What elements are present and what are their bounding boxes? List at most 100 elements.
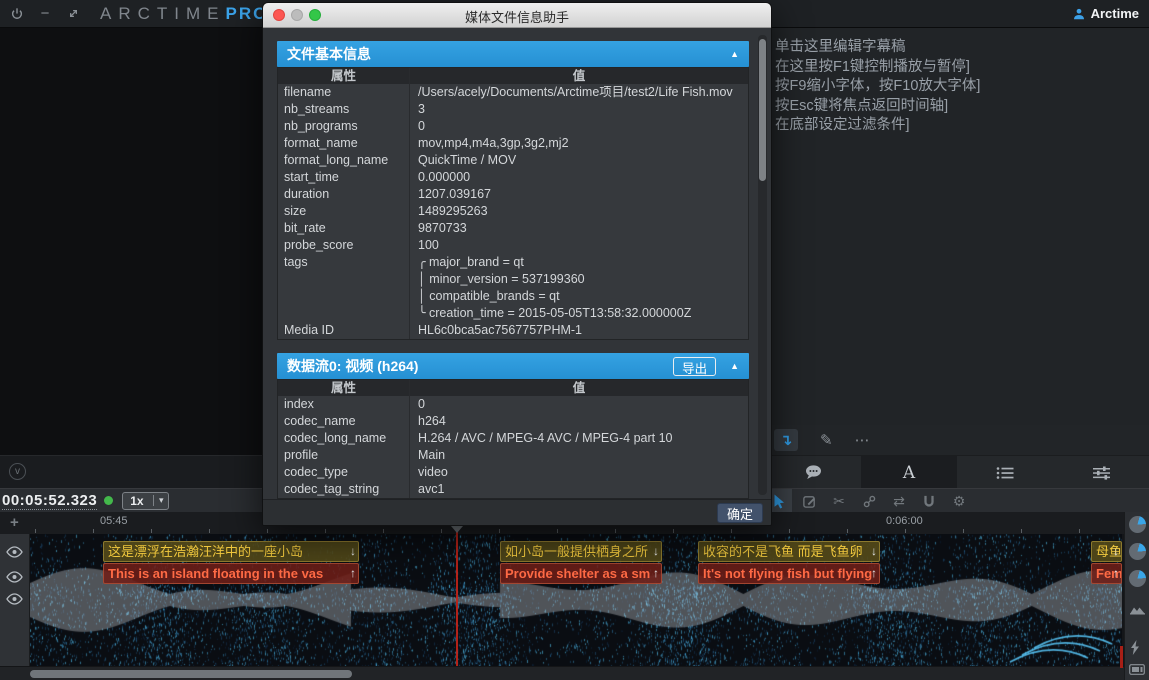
font-icon: A — [903, 463, 915, 483]
value-cell: 1489295263 — [409, 203, 748, 220]
sliders-icon — [1093, 466, 1110, 480]
volume-knob[interactable] — [1129, 543, 1146, 560]
section-title: 文件基本信息 — [277, 44, 730, 64]
power-icon[interactable] — [6, 3, 28, 25]
ruler-tick — [441, 529, 442, 533]
timecode[interactable]: 00:05:52.323 — [2, 492, 97, 510]
waveform-mode-icon[interactable] — [1129, 602, 1146, 615]
wrap-tool[interactable]: ↴ — [774, 429, 798, 451]
ruler-label-right: 0:06:00 — [886, 515, 923, 527]
table-row: format_namemov,mp4,m4a,3gp,3g2,mj2 — [278, 135, 748, 152]
table-row: probe_score100 — [278, 237, 748, 254]
eye-icon[interactable] — [6, 546, 23, 558]
section-header[interactable]: 数据流0: 视频 (h264)导出 ▲ — [277, 353, 749, 379]
tab-font[interactable]: A — [861, 456, 957, 489]
table-header-row: 属性值 — [278, 380, 748, 396]
property-cell: profile — [278, 447, 409, 464]
user-icon — [1072, 7, 1086, 21]
pencil-icon[interactable]: ✎ — [820, 431, 833, 449]
table-row: nb_streams3 — [278, 101, 748, 118]
ruler-tick — [557, 529, 558, 533]
table-row: index0 — [278, 396, 748, 413]
link-tool[interactable] — [856, 489, 882, 513]
settings-tool[interactable]: ⚙ — [946, 489, 972, 513]
column-header: 值 — [409, 380, 748, 396]
dialog-titlebar[interactable]: 媒体文件信息助手 — [263, 3, 771, 28]
status-dot — [104, 496, 113, 505]
lightning-icon[interactable] — [1129, 640, 1141, 655]
scrollbar-thumb[interactable] — [30, 670, 352, 678]
tab-filters[interactable] — [1053, 456, 1149, 489]
table-row: codec_tag_stringavc1 — [278, 481, 748, 498]
subtitle-editor-panel[interactable]: 单击这里编辑字幕稿在这里按F1键控制播放与暂停]按F9缩小字体，按F10放大字体… — [772, 28, 1149, 425]
subtitle-toolbar: ↴ ✎ ⋯ — [772, 425, 1149, 455]
eye-icon[interactable] — [6, 593, 23, 605]
property-cell: nb_streams — [278, 101, 409, 118]
keyboard-icon[interactable] — [1129, 664, 1145, 675]
value-cell: avc1 — [409, 481, 748, 498]
property-cell: codec_name — [278, 413, 409, 430]
tab-list[interactable] — [957, 456, 1053, 489]
magnet-tool[interactable] — [916, 489, 942, 513]
property-cell: filename — [278, 84, 409, 101]
ruler-tick — [847, 529, 848, 533]
playhead[interactable] — [456, 512, 458, 666]
ruler-tick — [615, 529, 616, 533]
hint-line: 按F9缩小字体，按F10放大字体] — [775, 77, 1149, 97]
media-info-dialog: 媒体文件信息助手 文件基本信息▲属性值filename/Users/acely/… — [262, 2, 772, 526]
ruler-tick — [499, 529, 500, 533]
collapse-icon[interactable]: ▲ — [730, 361, 749, 371]
dialog-title: 媒体文件信息助手 — [263, 7, 771, 26]
zoom-in-icon[interactable]: + — [10, 514, 19, 531]
ruler-tick — [325, 529, 326, 533]
section-title: 数据流0: 视频 (h264) — [277, 356, 673, 376]
more-icon[interactable]: ⋯ — [855, 431, 870, 449]
property-cell: Media ID — [278, 322, 409, 339]
ruler-tick — [905, 529, 906, 533]
timeline-scrollbar[interactable] — [0, 666, 1124, 680]
volume-knob[interactable] — [1129, 570, 1146, 587]
edit-tool[interactable] — [796, 489, 822, 513]
value-cell: h264 — [409, 413, 748, 430]
swap-tool[interactable]: ⇄ — [886, 489, 912, 513]
speed-select[interactable]: 1x ▾ — [122, 492, 169, 510]
speed-value: 1x — [123, 494, 153, 508]
dialog-scrollbar-thumb[interactable] — [759, 39, 766, 181]
ruler-tick — [93, 529, 94, 533]
tab-comments[interactable] — [765, 456, 861, 489]
table-row: bit_rate9870733 — [278, 220, 748, 237]
table-row: start_time0.000000 — [278, 169, 748, 186]
account-button[interactable]: Arctime — [1072, 6, 1139, 21]
value-cell: 0 — [409, 118, 748, 135]
volume-knob[interactable] — [1129, 516, 1146, 533]
eye-icon[interactable] — [6, 571, 23, 583]
value-cell: HL6c0bca5ac7567757PHM-1 — [409, 322, 748, 339]
ok-button[interactable]: 确定 — [717, 503, 763, 523]
dialog-scrollbar[interactable] — [758, 35, 767, 495]
ruler-tick — [731, 529, 732, 533]
export-button[interactable]: 导出 — [673, 357, 716, 376]
table-row: profileMain — [278, 447, 748, 464]
value-cell: /Users/acely/Documents/Arctime项目/test2/L… — [409, 84, 748, 101]
info-table: 属性值index0codec_nameh264codec_long_nameH.… — [277, 379, 749, 499]
media-end-marker — [1120, 646, 1123, 668]
hint-line: 单击这里编辑字幕稿 — [775, 38, 1149, 58]
playhead-handle[interactable] — [451, 526, 463, 533]
value-cell: Main — [409, 447, 748, 464]
ruler-tick — [789, 529, 790, 533]
section-header[interactable]: 文件基本信息▲ — [277, 41, 749, 67]
hint-line: 在这里按F1键控制播放与暂停] — [775, 58, 1149, 78]
property-cell: format_name — [278, 135, 409, 152]
minimize-icon[interactable]: − — [34, 3, 56, 25]
cut-tool[interactable]: ✂ — [826, 489, 852, 513]
value-cell: 0 — [409, 396, 748, 413]
info-section: 数据流0: 视频 (h264)导出 ▲ 属性值index0codec_nameh26… — [277, 353, 749, 499]
audio-spectrogram[interactable] — [30, 534, 1122, 666]
property-cell: codec_long_name — [278, 430, 409, 447]
collapse-icon[interactable]: ▲ — [730, 49, 749, 59]
account-name: Arctime — [1091, 6, 1139, 21]
table-row: codec_typevideo — [278, 464, 748, 481]
table-row: duration1207.039167 — [278, 186, 748, 203]
expand-icon[interactable] — [62, 3, 84, 25]
table-row: size1489295263 — [278, 203, 748, 220]
